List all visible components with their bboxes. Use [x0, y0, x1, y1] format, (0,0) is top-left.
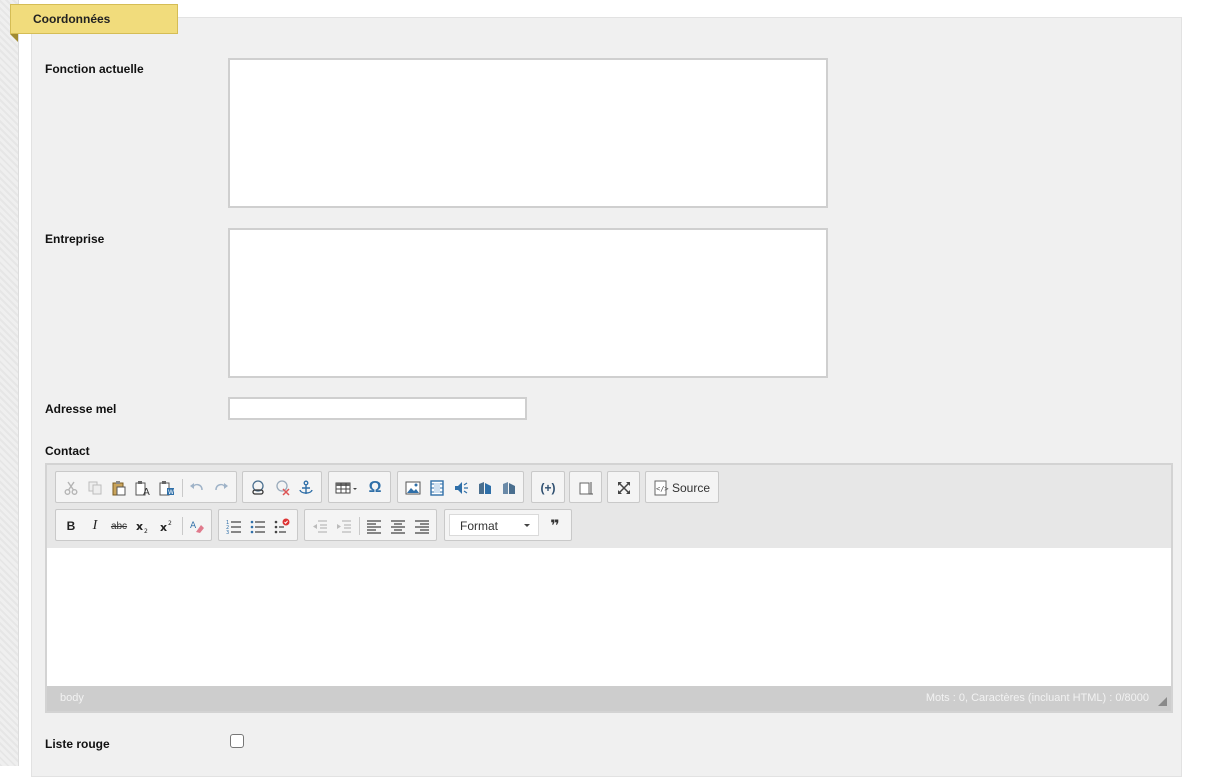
maximize-icon[interactable]	[614, 478, 634, 498]
source-group: </> Source	[645, 471, 719, 503]
svg-text:x: x	[136, 520, 143, 533]
redo-icon[interactable]	[211, 478, 231, 498]
blockquote-icon[interactable]: ❞	[545, 516, 565, 536]
placeholder-icon[interactable]: (+)	[537, 478, 559, 498]
svg-text:A: A	[190, 521, 197, 531]
adresse-mel-label: Adresse mel	[45, 402, 117, 416]
element-path[interactable]: body	[60, 692, 84, 704]
editor-status-bar: body Mots : 0, Caractères (incluant HTML…	[47, 686, 1171, 711]
basic-styles-group: B I abc x2 x2 A	[55, 509, 212, 541]
align-right-icon[interactable]	[412, 516, 432, 536]
format-dropdown-label: Format	[460, 519, 499, 533]
paste-text-icon[interactable]: A	[133, 478, 153, 498]
italic-button[interactable]: I	[85, 516, 105, 536]
align-left-icon[interactable]	[364, 516, 384, 536]
checklist-icon[interactable]	[272, 516, 292, 536]
strikethrough-button[interactable]: abc	[109, 516, 129, 536]
source-button-label[interactable]: Source	[672, 481, 710, 495]
liste-rouge-checkbox[interactable]	[230, 734, 244, 748]
left-margin-strip	[0, 0, 19, 766]
placeholder-group: (+)	[531, 471, 565, 503]
unlink-icon[interactable]	[272, 478, 292, 498]
chevron-down-icon	[524, 524, 530, 527]
insert-table-group: Ω	[328, 471, 391, 503]
adresse-mel-input[interactable]	[228, 397, 527, 420]
indent-icon[interactable]	[334, 516, 354, 536]
word-count: Mots : 0, Caractères (incluant HTML) : 0…	[925, 692, 1149, 704]
table-icon[interactable]	[334, 478, 362, 498]
editor-content-area[interactable]	[47, 548, 1171, 686]
paste-word-icon[interactable]: W	[157, 478, 177, 498]
video-icon[interactable]	[427, 478, 447, 498]
outdent-icon[interactable]	[310, 516, 330, 536]
link-icon[interactable]	[248, 478, 268, 498]
source-icon[interactable]: </>	[651, 478, 671, 498]
fonction-actuelle-label: Fonction actuelle	[45, 62, 144, 76]
tab-fold	[10, 34, 18, 42]
audio-icon[interactable]	[451, 478, 471, 498]
svg-text:W: W	[168, 489, 174, 496]
special-char-icon[interactable]: Ω	[365, 478, 385, 498]
entreprise-label: Entreprise	[45, 232, 105, 246]
svg-text:</>: </>	[656, 485, 669, 493]
document-icon[interactable]	[499, 478, 519, 498]
fonction-actuelle-textarea[interactable]	[228, 58, 828, 208]
section-tab-coordonnees: Coordonnées	[10, 4, 178, 34]
align-center-icon[interactable]	[388, 516, 408, 536]
right-margin	[1184, 0, 1205, 766]
remove-format-icon[interactable]: A	[187, 516, 207, 536]
undo-icon[interactable]	[187, 478, 207, 498]
contact-label: Contact	[45, 444, 90, 458]
svg-text:A: A	[143, 487, 150, 496]
anchor-icon[interactable]	[296, 478, 316, 498]
liste-rouge-label: Liste rouge	[45, 737, 110, 751]
svg-text:3: 3	[226, 530, 229, 534]
maximize-group	[607, 471, 640, 503]
svg-text:2: 2	[168, 520, 172, 527]
svg-text:2: 2	[144, 528, 148, 534]
bold-button[interactable]: B	[61, 516, 81, 536]
numbered-list-icon[interactable]: 123	[224, 516, 244, 536]
superscript-icon[interactable]: x2	[157, 516, 177, 536]
clipboard-group: A W	[55, 471, 237, 503]
subscript-icon[interactable]: x2	[133, 516, 153, 536]
format-dropdown[interactable]: Format	[449, 514, 539, 536]
links-group	[242, 471, 322, 503]
show-blocks-group	[569, 471, 602, 503]
indent-align-group	[304, 509, 437, 541]
cut-icon[interactable]	[61, 478, 81, 498]
copy-icon[interactable]	[85, 478, 105, 498]
format-group: Format ❞	[444, 509, 572, 541]
media-group	[397, 471, 524, 503]
svg-text:x: x	[160, 521, 167, 534]
contact-rich-text-editor: A W Ω (+) </> Source B I abc x 2 x 2 A 1…	[45, 463, 1173, 713]
image-icon[interactable]	[403, 478, 423, 498]
lists-group: 123	[218, 509, 298, 541]
resize-handle-icon[interactable]	[1158, 697, 1167, 706]
bulleted-list-icon[interactable]	[248, 516, 268, 536]
flash-icon[interactable]	[475, 478, 495, 498]
show-blocks-icon[interactable]	[576, 478, 596, 498]
entreprise-textarea[interactable]	[228, 228, 828, 378]
paste-icon[interactable]	[109, 478, 129, 498]
